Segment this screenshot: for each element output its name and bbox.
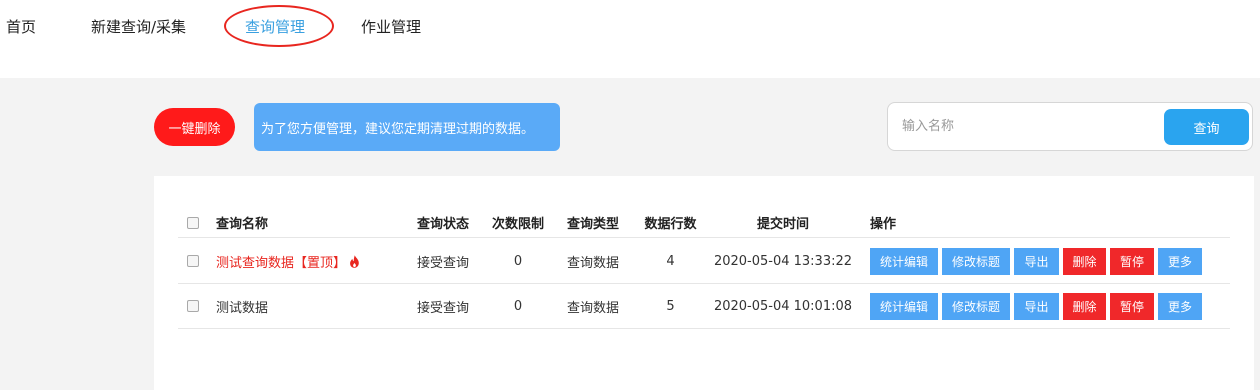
row-count: 4	[666, 253, 675, 269]
stats-edit-button[interactable]: 统计编辑	[870, 247, 938, 275]
header-ops: 操作	[870, 217, 897, 232]
cleanup-tip: 为了您方便管理，建议您定期清理过期的数据。	[254, 103, 560, 151]
search-box: 查询	[887, 102, 1253, 151]
fire-icon	[349, 254, 360, 268]
nav-item-new-query[interactable]: 新建查询/采集	[91, 16, 186, 37]
table-row: 测试查询数据 【置顶】 接受查询 0 查询数据 4 2020-05-04 13:…	[178, 239, 1230, 284]
stats-edit-button[interactable]: 统计编辑	[870, 292, 938, 320]
edit-title-button[interactable]: 修改标题	[942, 247, 1010, 275]
pause-button[interactable]: 暂停	[1110, 292, 1154, 320]
row-type: 查询数据	[566, 255, 619, 271]
row-count: 5	[666, 298, 675, 314]
row-checkbox[interactable]	[187, 300, 199, 312]
delete-all-button[interactable]: 一键删除	[154, 108, 235, 146]
header-type: 查询类型	[566, 217, 619, 232]
header-time: 提交时间	[756, 217, 809, 232]
row-time: 2020-05-04 10:01:08	[713, 298, 853, 314]
query-table-panel: 查询名称 查询状态 次数限制 查询类型 数据行数 提交时间 操作 测试查询数据 …	[154, 176, 1254, 390]
top-nav: 首页 新建查询/采集 查询管理 作业管理	[0, 0, 1260, 78]
select-all-checkbox[interactable]	[187, 216, 199, 229]
search-input[interactable]	[889, 104, 1159, 149]
table-header: 查询名称 查询状态 次数限制 查询类型 数据行数 提交时间 操作	[178, 208, 1230, 238]
header-name: 查询名称	[216, 217, 269, 232]
row-name-cell: 测试查询数据 【置顶】	[216, 239, 360, 283]
main-content: 一键删除 为了您方便管理，建议您定期清理过期的数据。 查询 查询名称 查询状态 …	[0, 78, 1260, 390]
more-button[interactable]: 更多	[1158, 292, 1202, 320]
delete-button[interactable]: 删除	[1063, 247, 1106, 275]
row-actions: 统计编辑 修改标题 导出 删除 暂停 更多	[870, 284, 1206, 328]
more-button[interactable]: 更多	[1158, 247, 1202, 275]
query-name-link[interactable]: 测试查询数据	[216, 252, 294, 271]
edit-title-button[interactable]: 修改标题	[942, 292, 1010, 320]
export-button[interactable]: 导出	[1014, 247, 1059, 275]
search-button[interactable]: 查询	[1164, 109, 1249, 145]
header-status: 查询状态	[416, 217, 469, 232]
row-checkbox[interactable]	[187, 255, 199, 267]
delete-button[interactable]: 删除	[1063, 292, 1106, 320]
row-status: 接受查询	[416, 300, 469, 316]
nav-item-job-manage[interactable]: 作业管理	[361, 16, 421, 37]
row-limit: 0	[513, 253, 523, 269]
select-all-cell	[186, 208, 200, 237]
header-rows: 数据行数	[644, 217, 697, 232]
row-status: 接受查询	[416, 255, 469, 271]
row-time: 2020-05-04 13:33:22	[713, 253, 853, 269]
row-actions: 统计编辑 修改标题 导出 删除 暂停 更多	[870, 239, 1206, 283]
export-button[interactable]: 导出	[1014, 292, 1059, 320]
pinned-tag: 【置顶】	[294, 255, 347, 271]
header-limit: 次数限制	[491, 217, 544, 232]
query-name-link[interactable]: 测试数据	[216, 297, 268, 316]
row-select-cell	[186, 284, 200, 328]
row-name-cell: 测试数据	[216, 284, 268, 328]
pause-button[interactable]: 暂停	[1110, 247, 1154, 275]
nav-item-query-manage[interactable]: 查询管理	[245, 16, 305, 37]
table-row: 测试数据 接受查询 0 查询数据 5 2020-05-04 10:01:08 统…	[178, 284, 1230, 329]
nav-item-home[interactable]: 首页	[6, 16, 36, 37]
row-type: 查询数据	[566, 300, 619, 316]
row-limit: 0	[513, 298, 523, 314]
row-select-cell	[186, 239, 200, 283]
